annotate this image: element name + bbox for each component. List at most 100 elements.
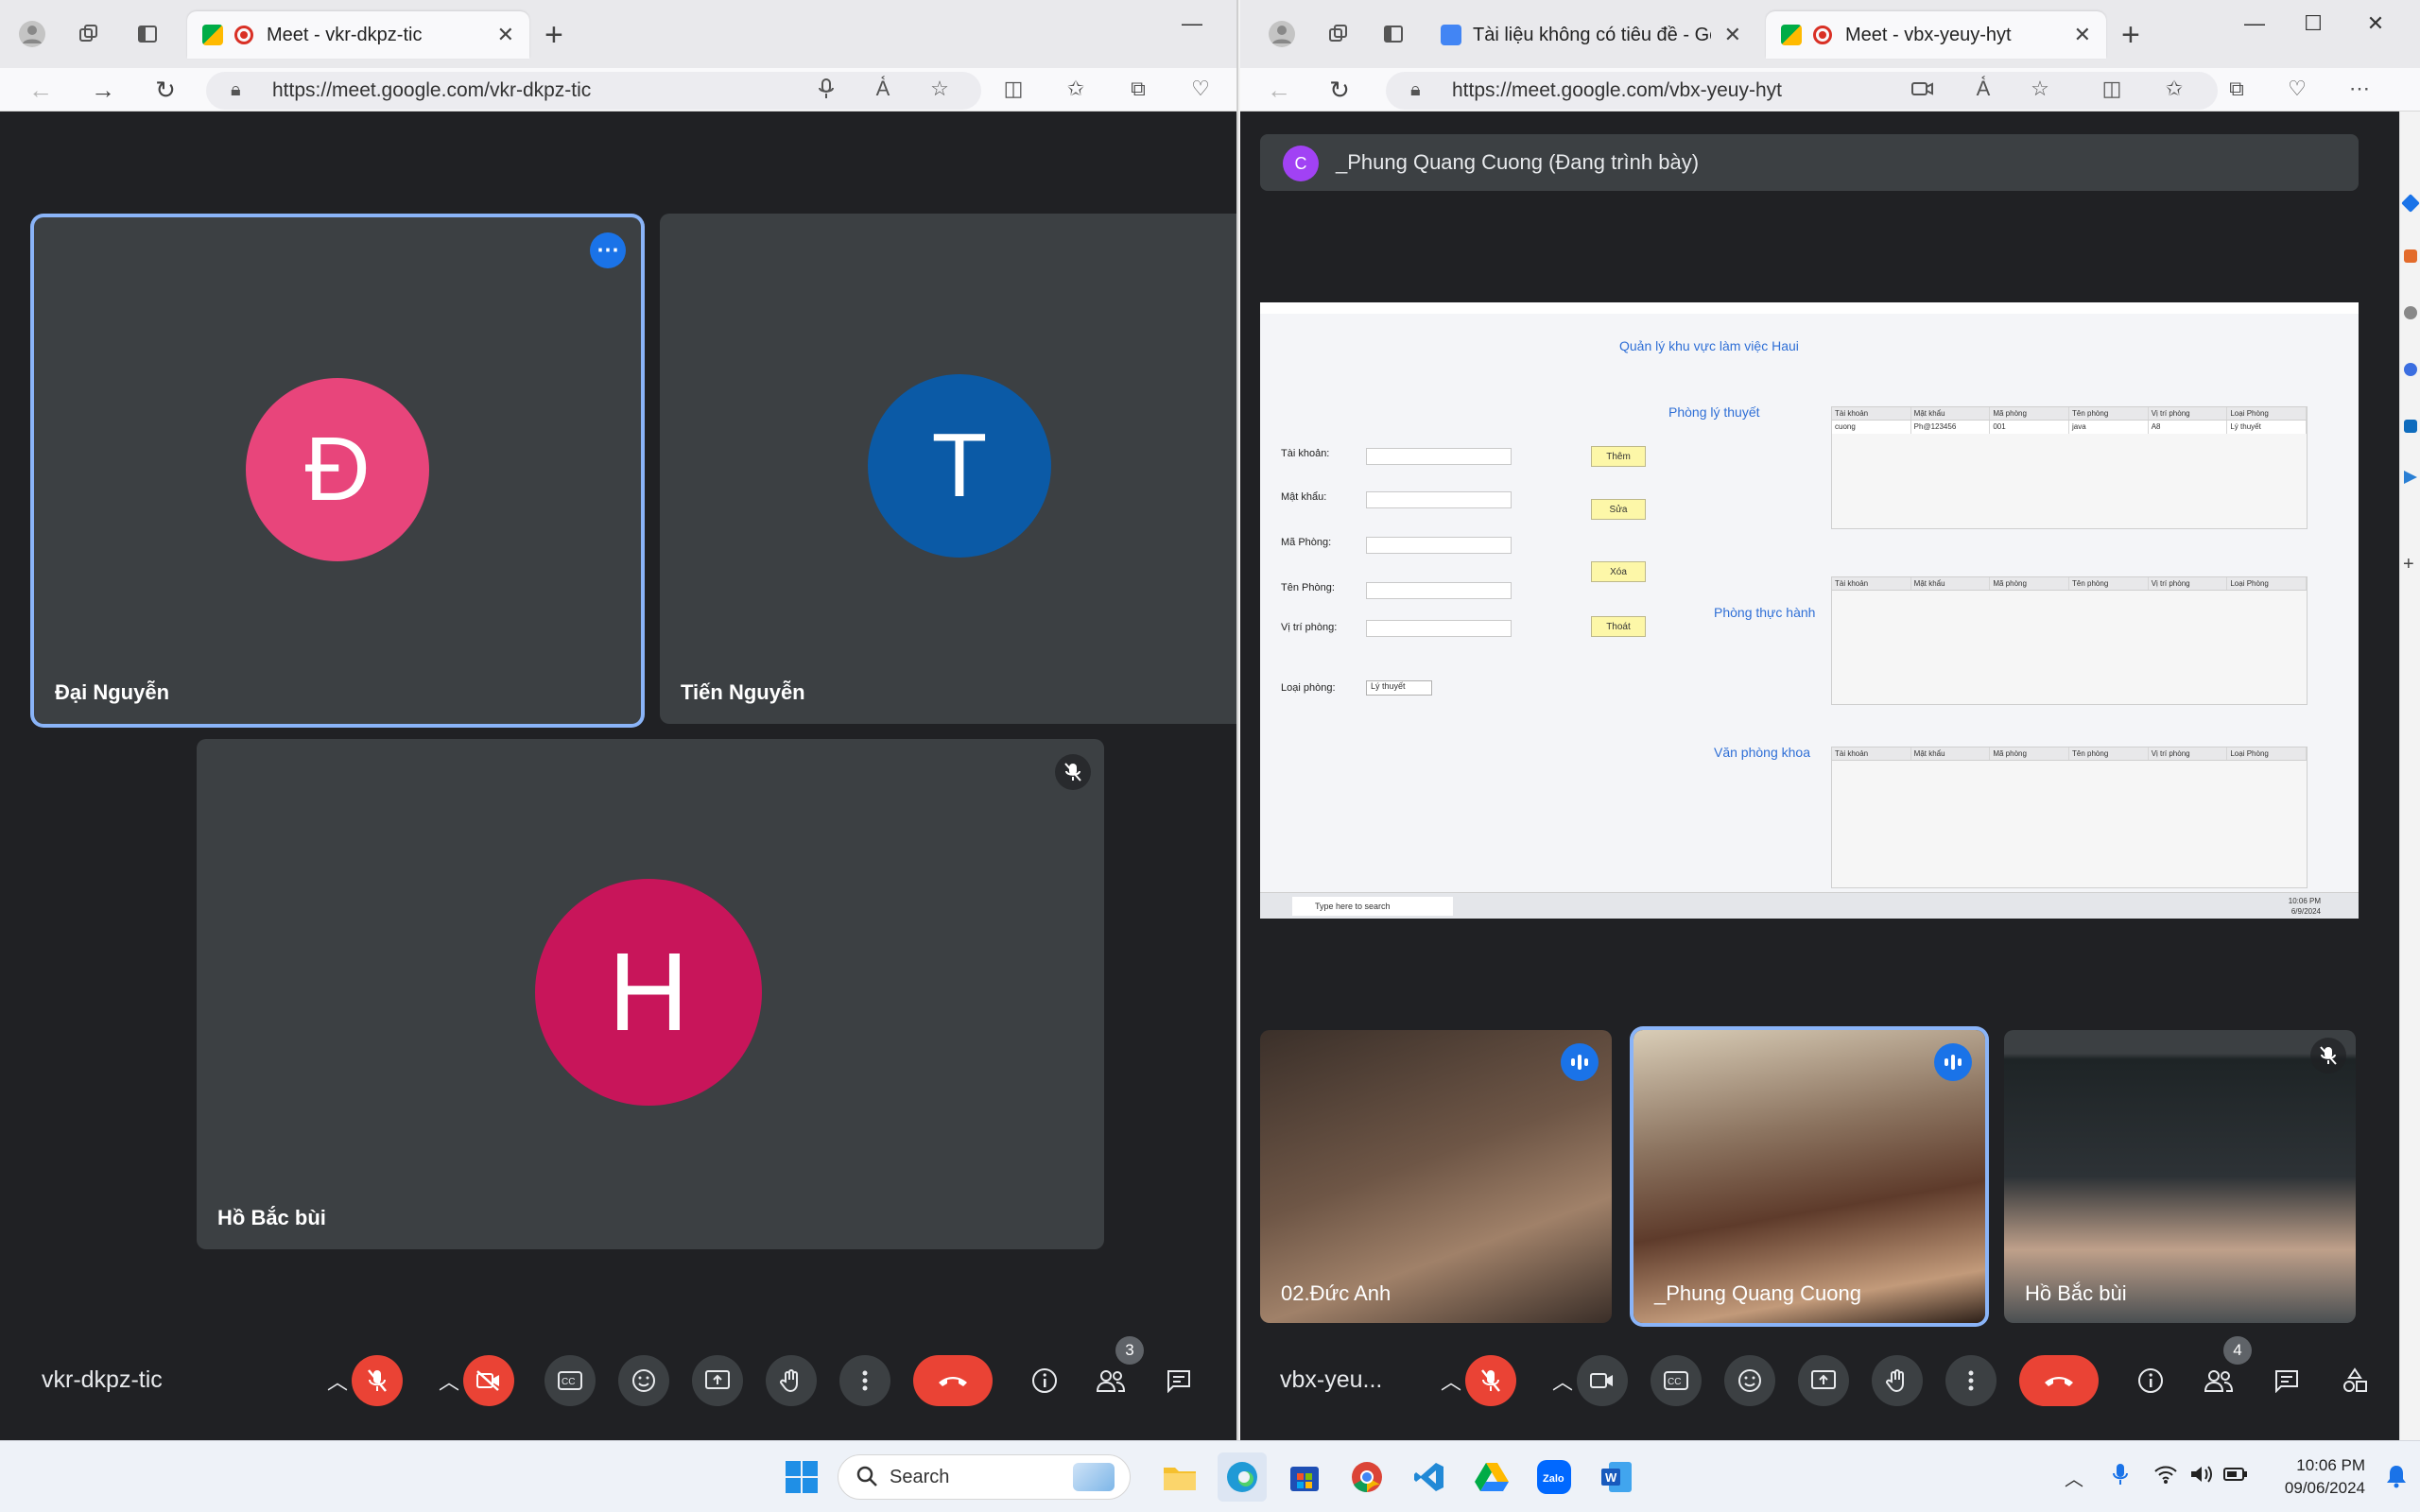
browser-essentials-icon[interactable]: ♡ (2280, 72, 2314, 106)
zalo-icon[interactable]: Zalo (1530, 1452, 1579, 1502)
chrome-icon[interactable] (1342, 1452, 1392, 1502)
add-sidebar-icon[interactable]: + (2403, 554, 2414, 576)
close-window-button[interactable]: ✕ (2352, 9, 2399, 38)
settings-more-icon[interactable]: ⋯ (2342, 72, 2377, 106)
camera-toggle-button[interactable] (463, 1355, 514, 1406)
camera-tile[interactable]: Hồ Bắc bùi (2004, 1030, 2356, 1323)
workspaces-icon[interactable] (74, 19, 104, 49)
collections-icon[interactable]: ⧉ (2220, 72, 2254, 106)
present-screen-button[interactable] (1798, 1355, 1849, 1406)
forward-button[interactable]: → (87, 74, 119, 106)
vertical-tabs-icon[interactable] (1378, 19, 1409, 49)
favorites-icon[interactable]: ✩ (1059, 72, 1093, 106)
tab-meet-left[interactable]: Meet - vkr-dkpz-tic ✕ (187, 11, 529, 59)
copilot-icon[interactable] (2401, 194, 2420, 213)
microsoft-store-icon[interactable] (1280, 1452, 1329, 1502)
start-button[interactable] (777, 1452, 826, 1502)
url-field[interactable]: 🔒︎ https://meet.google.com/vbx-yeuy-hyt (1386, 72, 2218, 110)
audio-options-chevron-icon[interactable]: ︿ (1437, 1355, 1465, 1406)
edge-browser-icon[interactable] (1218, 1452, 1267, 1502)
tab-docs[interactable]: Tài liệu không có tiêu đề - Googl ✕ (1426, 11, 1756, 59)
back-button[interactable]: ← (1263, 74, 1295, 106)
participant-tile[interactable]: H Hồ Bắc bùi (197, 739, 1104, 1249)
room-location-field[interactable] (1366, 620, 1512, 637)
taskbar-search-box[interactable]: Search (838, 1454, 1131, 1500)
shared-screen[interactable]: Quản lý khu vực làm việc Haui Phòng lý t… (1260, 302, 2359, 919)
camera-tile[interactable]: 02.Đức Anh (1260, 1030, 1612, 1323)
camera-toggle-button[interactable] (1577, 1355, 1628, 1406)
faculty-office-table[interactable]: Tài khoản Mật khẩu Mã phòng Tên phòng Vị… (1831, 747, 2308, 888)
games-icon[interactable] (2404, 363, 2417, 376)
room-type-select[interactable]: Lý thuyết (1366, 680, 1432, 696)
username-field[interactable] (1366, 448, 1512, 465)
tab-meet-right[interactable]: Meet - vbx-yeuy-hyt ✕ (1766, 11, 2106, 59)
leave-call-button[interactable] (2019, 1355, 2099, 1406)
edit-button[interactable]: Sửa (1591, 499, 1646, 520)
new-tab-button[interactable]: + (2121, 17, 2140, 54)
browser-essentials-icon[interactable]: ♡ (1184, 72, 1218, 106)
google-drive-icon[interactable] (1467, 1452, 1516, 1502)
participant-tile[interactable]: ⋯ Đ Đại Nguyễn (34, 217, 641, 724)
password-field[interactable] (1366, 491, 1512, 508)
read-aloud-icon[interactable]: A᷾ (1966, 72, 2000, 106)
wifi-icon[interactable] (2153, 1464, 2178, 1489)
profile-icon[interactable] (1267, 19, 1297, 49)
meeting-details-button[interactable] (1019, 1355, 1070, 1406)
room-name-field[interactable] (1366, 582, 1512, 599)
camera-permission-icon[interactable] (1906, 72, 1940, 106)
reload-button[interactable]: ↻ (149, 74, 182, 106)
microphone-icon[interactable] (809, 72, 843, 106)
leave-call-button[interactable] (913, 1355, 993, 1406)
battery-icon[interactable] (2223, 1466, 2248, 1487)
mic-toggle-button[interactable] (1465, 1355, 1516, 1406)
favorite-star-icon[interactable]: ☆ (2023, 72, 2057, 106)
new-tab-button[interactable]: + (544, 17, 563, 54)
room-code-field[interactable] (1366, 537, 1512, 554)
favorites-icon[interactable]: ✩ (2157, 72, 2191, 106)
audio-options-chevron-icon[interactable]: ︿ (323, 1355, 352, 1406)
video-options-chevron-icon[interactable]: ︿ (1548, 1355, 1577, 1406)
add-button[interactable]: Thêm (1591, 446, 1646, 467)
profile-icon[interactable] (17, 19, 47, 49)
system-clock[interactable]: 10:06 PM 09/06/2024 (2285, 1454, 2365, 1500)
video-options-chevron-icon[interactable]: ︿ (435, 1355, 463, 1406)
read-aloud-icon[interactable]: A᷾ (866, 72, 900, 106)
close-tab-icon[interactable]: ✕ (497, 23, 514, 47)
captions-button[interactable]: CC (1651, 1355, 1702, 1406)
file-explorer-icon[interactable] (1155, 1452, 1204, 1502)
split-screen-icon[interactable]: ◫ (996, 72, 1030, 106)
collections-icon[interactable]: ⧉ (1121, 72, 1155, 106)
volume-icon[interactable] (2189, 1464, 2214, 1489)
vertical-tabs-icon[interactable] (132, 19, 163, 49)
emoji-button[interactable] (1724, 1355, 1775, 1406)
more-options-button[interactable] (1945, 1355, 1996, 1406)
practice-room-table[interactable]: Tài khoản Mật khẩu Mã phòng Tên phòng Vị… (1831, 576, 2308, 705)
camera-tile[interactable]: _Phung Quang Cuong (1634, 1030, 1985, 1323)
microphone-in-use-icon[interactable] (2112, 1462, 2129, 1491)
url-field[interactable]: 🔒︎ https://meet.google.com/vkr-dkpz-tic (206, 72, 981, 110)
more-options-icon[interactable]: ⋯ (590, 232, 626, 268)
minimize-button[interactable]: — (1168, 9, 1216, 38)
raise-hand-button[interactable] (766, 1355, 817, 1406)
activities-button[interactable] (2329, 1355, 2380, 1406)
captions-button[interactable]: CC (544, 1355, 596, 1406)
raise-hand-button[interactable] (1872, 1355, 1923, 1406)
meeting-details-button[interactable] (2125, 1355, 2176, 1406)
show-hidden-icons-chevron[interactable]: ︿ (2065, 1464, 2083, 1491)
back-button[interactable]: ← (25, 74, 57, 106)
more-options-button[interactable] (839, 1355, 890, 1406)
delete-button[interactable]: Xóa (1591, 561, 1646, 582)
close-tab-icon[interactable]: ✕ (2074, 23, 2091, 47)
present-screen-button[interactable] (692, 1355, 743, 1406)
notifications-bell-icon[interactable] (2386, 1464, 2407, 1493)
workspaces-icon[interactable] (1323, 19, 1354, 49)
shopping-icon[interactable] (2404, 249, 2417, 263)
exit-button[interactable]: Thoát (1591, 616, 1646, 637)
split-screen-icon[interactable]: ◫ (2095, 72, 2129, 106)
participant-tile[interactable]: T Tiến Nguyễn (660, 214, 1236, 724)
outlook-icon[interactable] (2404, 420, 2417, 433)
chat-button[interactable] (2261, 1355, 2312, 1406)
mic-toggle-button[interactable] (352, 1355, 403, 1406)
table-row[interactable]: cuong Ph@123456 001 java A8 Lý thuyết (1832, 421, 2308, 434)
send-icon[interactable] (2404, 471, 2417, 484)
